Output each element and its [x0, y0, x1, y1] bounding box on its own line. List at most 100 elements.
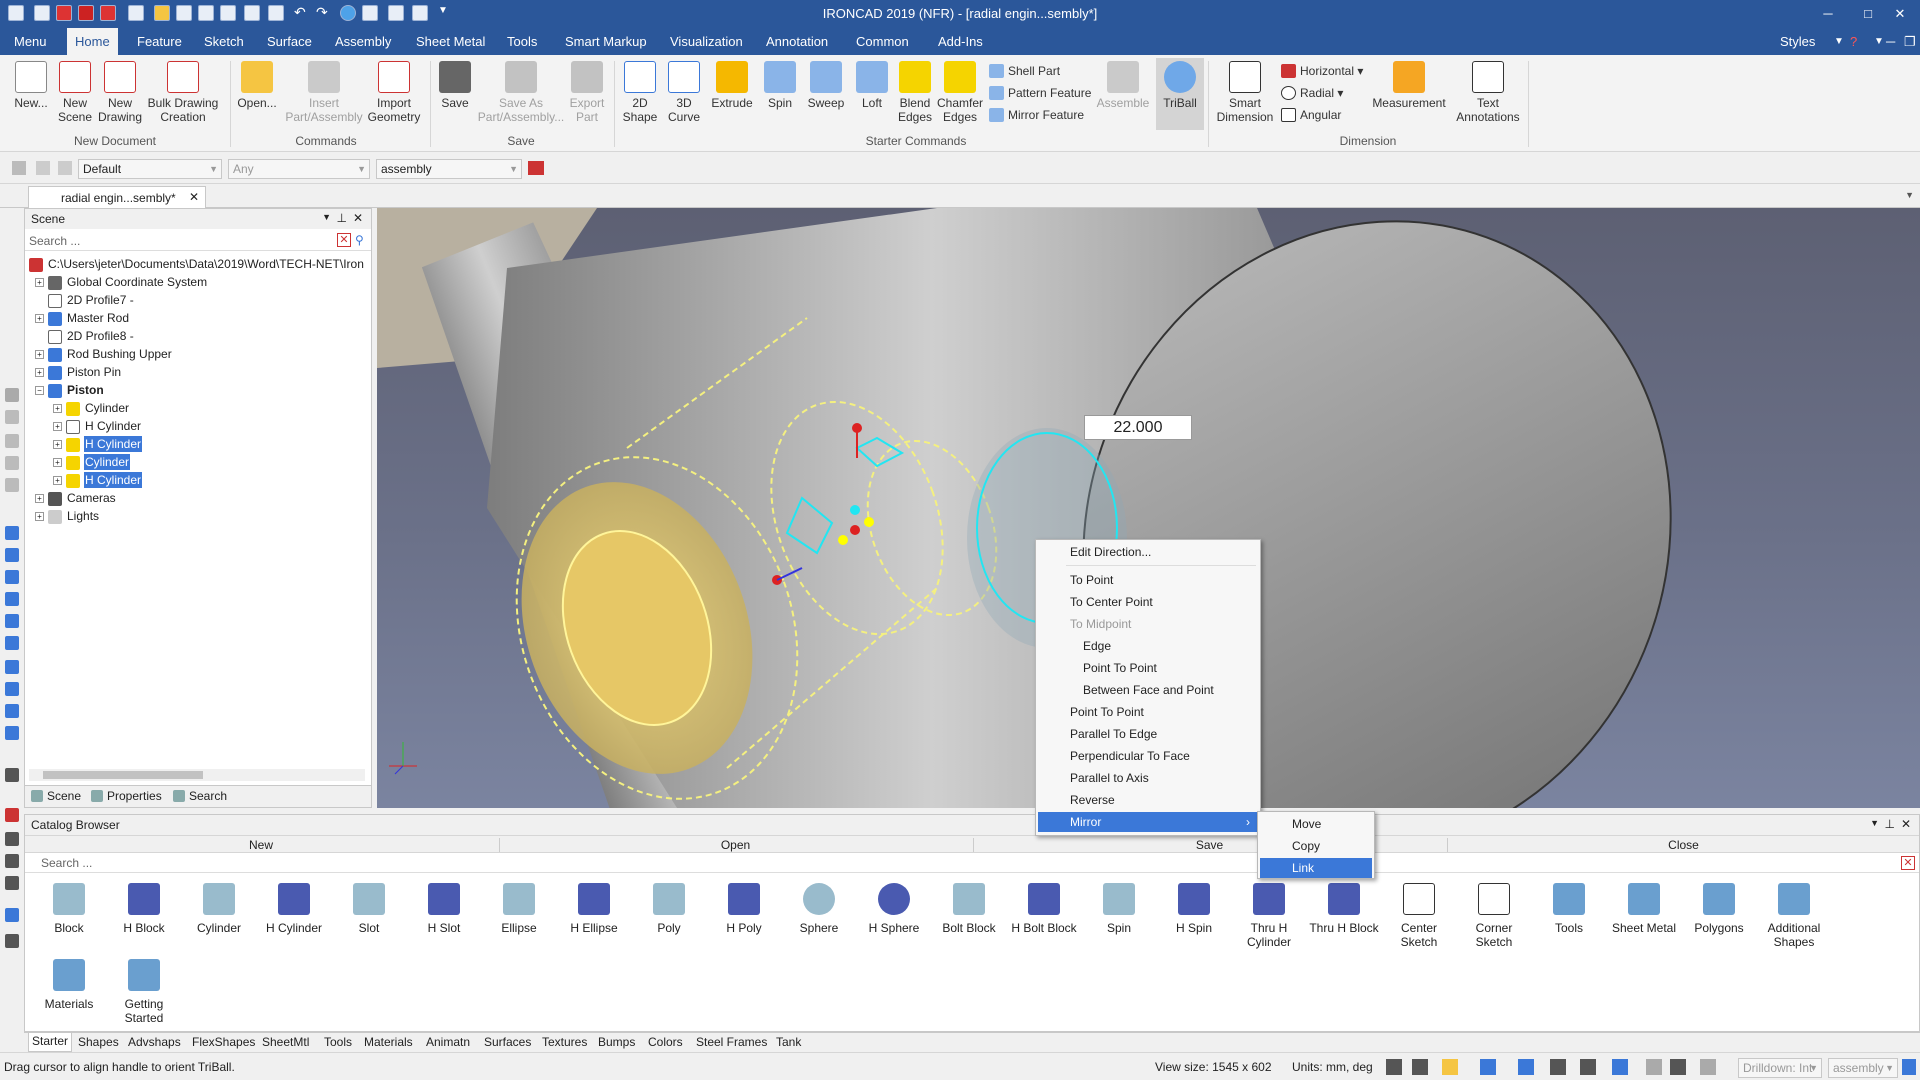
blend-edges-button[interactable]: Blend Edges: [894, 61, 936, 124]
catalog-tab-surfaces[interactable]: Surfaces: [484, 1035, 531, 1049]
tool-icon[interactable]: [5, 410, 19, 424]
menu-parallel-to-edge[interactable]: Parallel To Edge: [1038, 724, 1258, 744]
tree-node[interactable]: + Master Rod: [35, 309, 130, 327]
mirror-feature-button[interactable]: Mirror Feature: [988, 105, 1084, 125]
text-annotations-button[interactable]: Text Annotations: [1452, 61, 1524, 124]
tool-icon[interactable]: [5, 636, 19, 650]
tool-icon[interactable]: [5, 548, 19, 562]
clear-search-icon[interactable]: ✕: [337, 233, 351, 247]
catalog-item-h-bolt-block[interactable]: H Bolt Block: [1008, 883, 1080, 935]
tool-icon[interactable]: [5, 876, 19, 890]
tool-icon[interactable]: [5, 832, 19, 846]
panel-close-icon[interactable]: ✕: [1901, 817, 1911, 831]
tree-node[interactable]: +2D Profile7 -: [35, 291, 135, 309]
catalog-tab-bumps[interactable]: Bumps: [598, 1035, 635, 1049]
bulk-drawing-button[interactable]: Bulk Drawing Creation: [146, 61, 220, 124]
menu-reverse[interactable]: Reverse: [1038, 790, 1258, 810]
close-tab-icon[interactable]: ✕: [189, 190, 199, 204]
menu-edit-direction[interactable]: Edit Direction...: [1038, 542, 1258, 562]
shading-icon[interactable]: [1480, 1059, 1496, 1075]
angular-dimension-button[interactable]: Angular: [1280, 105, 1341, 125]
tab-search[interactable]: Search: [173, 789, 227, 803]
catalog-close-button[interactable]: Close: [1447, 838, 1919, 852]
dimension-input[interactable]: 22.000: [1084, 415, 1192, 440]
tool-icon[interactable]: [5, 526, 19, 540]
tab-sheet-metal[interactable]: Sheet Metal: [408, 28, 493, 55]
catalog-item-h-spin[interactable]: H Spin: [1158, 883, 1230, 935]
tool-icon[interactable]: [5, 908, 19, 922]
tab-surface[interactable]: Surface: [259, 28, 320, 55]
search-options-icon[interactable]: ⚲: [355, 233, 369, 247]
catalog-tab-animatn[interactable]: Animatn: [426, 1035, 470, 1049]
tool-icon[interactable]: [5, 682, 19, 696]
catalog-item-materials[interactable]: Materials: [33, 959, 105, 1011]
tool-icon[interactable]: [5, 478, 19, 492]
horizontal-dimension-button[interactable]: Horizontal ▾: [1280, 61, 1363, 81]
menu-point-to-point[interactable]: Point To Point: [1038, 658, 1258, 678]
catalog-tab-colors[interactable]: Colors: [648, 1035, 683, 1049]
extrude-button[interactable]: Extrude: [708, 61, 756, 110]
scene-search-input[interactable]: Search ... ✕ ⚲: [25, 231, 371, 251]
catalog-item-cylinder[interactable]: Cylinder: [183, 883, 255, 935]
tool-icon[interactable]: [5, 592, 19, 606]
catalog-item-center-sketch[interactable]: Center Sketch: [1383, 883, 1455, 949]
tab-properties[interactable]: Properties: [91, 789, 162, 803]
styles-menu[interactable]: Styles: [1772, 28, 1823, 55]
catalog-tab-textures[interactable]: Textures: [542, 1035, 587, 1049]
catalog-tab-shapes[interactable]: Shapes: [78, 1035, 119, 1049]
new-drawing-button[interactable]: New Drawing: [96, 61, 144, 124]
catalog-item-bolt-block[interactable]: Bolt Block: [933, 883, 1005, 935]
catalog-tab-materials[interactable]: Materials: [364, 1035, 413, 1049]
tab-list-icon[interactable]: ▼: [1905, 190, 1914, 200]
filter-icon[interactable]: [58, 161, 72, 175]
submenu-copy[interactable]: Copy: [1260, 836, 1372, 856]
catalog-new-button[interactable]: New: [25, 838, 497, 852]
section-icon[interactable]: [1580, 1059, 1596, 1075]
tool-icon[interactable]: [5, 456, 19, 470]
menu-to-point[interactable]: To Point: [1038, 570, 1258, 590]
menu-to-center-point[interactable]: To Center Point: [1038, 592, 1258, 612]
catalog-item-sheet-metal[interactable]: Sheet Metal: [1608, 883, 1680, 935]
menu-point-to-point-2[interactable]: Point To Point: [1038, 702, 1258, 722]
menu-mirror[interactable]: Mirror ›: [1038, 812, 1258, 832]
smart-dimension-button[interactable]: Smart Dimension: [1212, 61, 1278, 124]
catalog-tab-tank[interactable]: Tank: [776, 1035, 801, 1049]
menu-between-face-and-point[interactable]: Between Face and Point: [1038, 680, 1258, 700]
filter-combo[interactable]: Any ▼: [228, 159, 370, 179]
catalog-item-tools[interactable]: Tools: [1533, 883, 1605, 935]
catalog-item-h-poly[interactable]: H Poly: [708, 883, 780, 935]
tab-sketch[interactable]: Sketch: [196, 28, 252, 55]
panel-menu-icon[interactable]: ▼: [322, 212, 331, 222]
tool-icon[interactable]: [5, 934, 19, 948]
catalog-tab-steel-frames[interactable]: Steel Frames: [696, 1035, 767, 1049]
zoom-dropdown-icon[interactable]: [1412, 1059, 1428, 1075]
drilldown-combo[interactable]: Drilldown: Int ▼: [1738, 1058, 1822, 1078]
tool-icon[interactable]: [5, 434, 19, 448]
chamfer-edges-button[interactable]: Chamfer Edges: [936, 61, 984, 124]
zoom-icon[interactable]: [1386, 1059, 1402, 1075]
tree-node[interactable]: + H Cylinder: [53, 435, 143, 453]
panel-menu-icon[interactable]: ▼: [1870, 818, 1879, 828]
select-icon[interactable]: [1670, 1059, 1686, 1075]
catalog-item-thru-h-cylinder[interactable]: Thru H Cylinder: [1233, 883, 1305, 949]
menu-perpendicular-to-face[interactable]: Perpendicular To Face: [1038, 746, 1258, 766]
catalog-item-getting-started[interactable]: Getting Started: [108, 959, 180, 1025]
open-button[interactable]: Open...: [236, 61, 278, 110]
tool-icon[interactable]: [5, 704, 19, 718]
tab-feature[interactable]: Feature: [129, 28, 190, 55]
tree-node[interactable]: + Rod Bushing Upper: [35, 345, 173, 363]
2d-shape-button[interactable]: 2D Shape: [620, 61, 660, 124]
tab-assembly[interactable]: Assembly: [327, 28, 399, 55]
new-scene-button[interactable]: New Scene: [54, 61, 96, 124]
catalog-item-h-cylinder[interactable]: H Cylinder: [258, 883, 330, 935]
loft-button[interactable]: Loft: [852, 61, 892, 110]
assemble-button[interactable]: Assemble: [1096, 61, 1150, 110]
catalog-tab-flexshapes[interactable]: FlexShapes: [192, 1035, 255, 1049]
sweep-button[interactable]: Sweep: [806, 61, 846, 110]
style-combo[interactable]: Default ▼: [78, 159, 222, 179]
tree-node[interactable]: + Lights: [35, 507, 100, 525]
new-button[interactable]: New...: [10, 61, 52, 110]
help-icon[interactable]: ?: [1842, 28, 1865, 55]
catalog-item-h-block[interactable]: H Block: [108, 883, 180, 935]
catalog-item-h-slot[interactable]: H Slot: [408, 883, 480, 935]
